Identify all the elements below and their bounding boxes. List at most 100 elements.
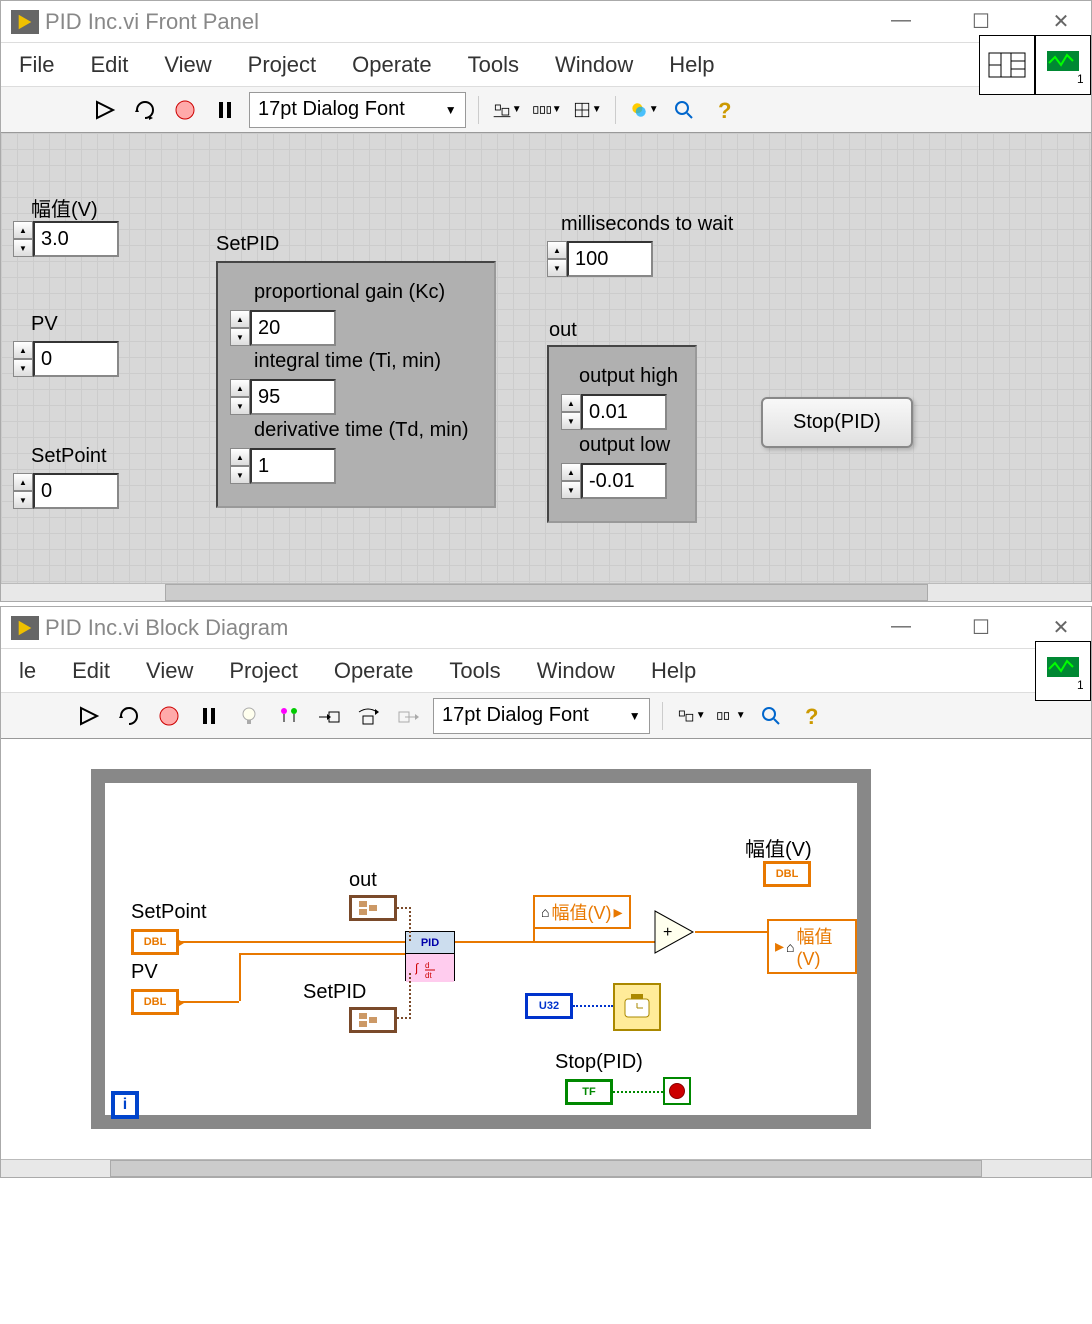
menu-tools[interactable]: Tools bbox=[450, 52, 537, 78]
pause-button[interactable] bbox=[193, 700, 225, 732]
menu-help[interactable]: Help bbox=[651, 52, 732, 78]
setpoint-spinner[interactable]: ▲▼ bbox=[13, 473, 33, 509]
wire-pid-out[interactable] bbox=[455, 941, 655, 943]
distribute-button[interactable]: ▼ bbox=[715, 700, 747, 732]
minimize-button[interactable]: — bbox=[881, 615, 921, 640]
wire-pv-3[interactable] bbox=[239, 953, 405, 955]
step-over-button[interactable] bbox=[353, 700, 385, 732]
amplitude-input[interactable] bbox=[33, 221, 119, 257]
wire-pv-2[interactable] bbox=[239, 953, 241, 1001]
close-button[interactable]: ✕ bbox=[1041, 9, 1081, 34]
output-high-spinner[interactable]: ▲▼ bbox=[561, 394, 581, 430]
run-continuous-button[interactable] bbox=[113, 700, 145, 732]
wait-spinner[interactable]: ▲▼ bbox=[547, 241, 567, 277]
horizontal-scrollbar[interactable] bbox=[1, 1159, 1091, 1177]
maximize-button[interactable]: ☐ bbox=[961, 615, 1001, 640]
output-high-input[interactable] bbox=[581, 394, 667, 430]
wait-input[interactable] bbox=[567, 241, 653, 277]
menu-edit[interactable]: Edit bbox=[54, 658, 128, 684]
maximize-button[interactable]: ☐ bbox=[961, 9, 1001, 34]
pause-button[interactable] bbox=[209, 94, 241, 126]
stop-pid-button[interactable]: Stop(PID) bbox=[761, 397, 913, 448]
out-terminal[interactable] bbox=[349, 895, 397, 921]
menu-file[interactable]: le bbox=[1, 658, 54, 684]
close-button[interactable]: ✕ bbox=[1041, 615, 1081, 640]
wire-pv-1[interactable] bbox=[179, 1001, 239, 1003]
abort-button[interactable] bbox=[153, 700, 185, 732]
wire-out-pid[interactable] bbox=[397, 907, 411, 941]
output-low-spinner[interactable]: ▲▼ bbox=[561, 463, 581, 499]
front-panel-area[interactable]: 幅值(V) ▲▼ PV ▲▼ SetPoint ▲▼ SetPID propor… bbox=[1, 133, 1091, 583]
search-button[interactable] bbox=[755, 700, 787, 732]
kc-input[interactable] bbox=[250, 310, 336, 346]
retain-wire-button[interactable] bbox=[273, 700, 305, 732]
setpoint-input[interactable] bbox=[33, 473, 119, 509]
menu-window[interactable]: Window bbox=[519, 658, 633, 684]
font-selector[interactable]: 17pt Dialog Font ▼ bbox=[433, 698, 650, 734]
pid-vi-node[interactable]: PID ∫ddt bbox=[405, 931, 455, 981]
align-button[interactable]: ▼ bbox=[675, 700, 707, 732]
stop-terminal[interactable] bbox=[565, 1079, 613, 1105]
horizontal-scrollbar[interactable] bbox=[1, 583, 1091, 601]
menu-edit[interactable]: Edit bbox=[72, 52, 146, 78]
local-var-read-amplitude[interactable]: ⌂ 幅值(V) ▸ bbox=[533, 895, 631, 929]
pv-terminal[interactable] bbox=[131, 989, 179, 1015]
highlight-button[interactable] bbox=[233, 700, 265, 732]
setpid-terminal[interactable] bbox=[349, 1007, 397, 1033]
local-var-write-amplitude[interactable]: ▸ ⌂ 幅值(V) bbox=[767, 919, 857, 974]
while-loop[interactable]: SetPoint PV out SetPID PID ∫ddt bbox=[91, 769, 871, 1129]
resize-button[interactable]: ▼ bbox=[571, 94, 603, 126]
output-low-input[interactable] bbox=[581, 463, 667, 499]
setpid-cluster[interactable]: proportional gain (Kc) ▲▼ integral time … bbox=[216, 261, 496, 508]
td-spinner[interactable]: ▲▼ bbox=[230, 448, 250, 484]
amplitude-spinner[interactable]: ▲▼ bbox=[13, 221, 33, 257]
menu-operate[interactable]: Operate bbox=[334, 52, 450, 78]
align-button[interactable]: ▼ bbox=[491, 94, 523, 126]
menu-operate[interactable]: Operate bbox=[316, 658, 432, 684]
wait-ms-terminal[interactable] bbox=[525, 993, 573, 1019]
help-button[interactable]: ? bbox=[795, 700, 827, 732]
iteration-terminal[interactable]: i bbox=[111, 1091, 139, 1119]
step-out-button[interactable] bbox=[393, 700, 425, 732]
add-node[interactable]: + bbox=[653, 909, 697, 955]
wire-add-out[interactable] bbox=[695, 931, 767, 933]
block-diagram-area[interactable]: SetPoint PV out SetPID PID ∫ddt bbox=[1, 739, 1091, 1159]
pv-spinner[interactable]: ▲▼ bbox=[13, 341, 33, 377]
help-button[interactable]: ? bbox=[708, 94, 740, 126]
loop-condition-node[interactable] bbox=[663, 1077, 691, 1105]
minimize-button[interactable]: — bbox=[881, 9, 921, 34]
menu-window[interactable]: Window bbox=[537, 52, 651, 78]
font-selector[interactable]: 17pt Dialog Font ▼ bbox=[249, 92, 466, 128]
abort-button[interactable] bbox=[169, 94, 201, 126]
pv-input[interactable] bbox=[33, 341, 119, 377]
distribute-button[interactable]: ▼ bbox=[531, 94, 563, 126]
wire-wait[interactable] bbox=[573, 1005, 613, 1007]
menu-project[interactable]: Project bbox=[211, 658, 315, 684]
ti-spinner[interactable]: ▲▼ bbox=[230, 379, 250, 415]
connector-pane-icon[interactable]: 1 bbox=[979, 43, 1091, 86]
menu-tools[interactable]: Tools bbox=[431, 658, 518, 684]
ti-input[interactable] bbox=[250, 379, 336, 415]
search-button[interactable] bbox=[668, 94, 700, 126]
amplitude-label: 幅值(V) bbox=[31, 193, 98, 222]
td-input[interactable] bbox=[250, 448, 336, 484]
run-button[interactable] bbox=[73, 700, 105, 732]
reorder-button[interactable]: ▼ bbox=[628, 94, 660, 126]
wait-node[interactable] bbox=[613, 983, 661, 1031]
menu-help[interactable]: Help bbox=[633, 658, 714, 684]
menu-view[interactable]: View bbox=[128, 658, 211, 684]
wire-setpoint-pid[interactable] bbox=[179, 941, 405, 943]
run-button[interactable] bbox=[89, 94, 121, 126]
amplitude-indicator-terminal[interactable] bbox=[763, 861, 811, 887]
menu-project[interactable]: Project bbox=[230, 52, 334, 78]
setpoint-terminal[interactable] bbox=[131, 929, 179, 955]
run-continuous-button[interactable] bbox=[129, 94, 161, 126]
wire-stop[interactable] bbox=[613, 1091, 663, 1093]
step-into-button[interactable] bbox=[313, 700, 345, 732]
out-cluster[interactable]: output high ▲▼ output low ▲▼ bbox=[547, 345, 697, 523]
vi-icon-editor[interactable]: 1 bbox=[1035, 649, 1091, 692]
menu-view[interactable]: View bbox=[146, 52, 229, 78]
wire-setpid-pid[interactable] bbox=[397, 973, 411, 1019]
menu-file[interactable]: File bbox=[1, 52, 72, 78]
kc-spinner[interactable]: ▲▼ bbox=[230, 310, 250, 346]
